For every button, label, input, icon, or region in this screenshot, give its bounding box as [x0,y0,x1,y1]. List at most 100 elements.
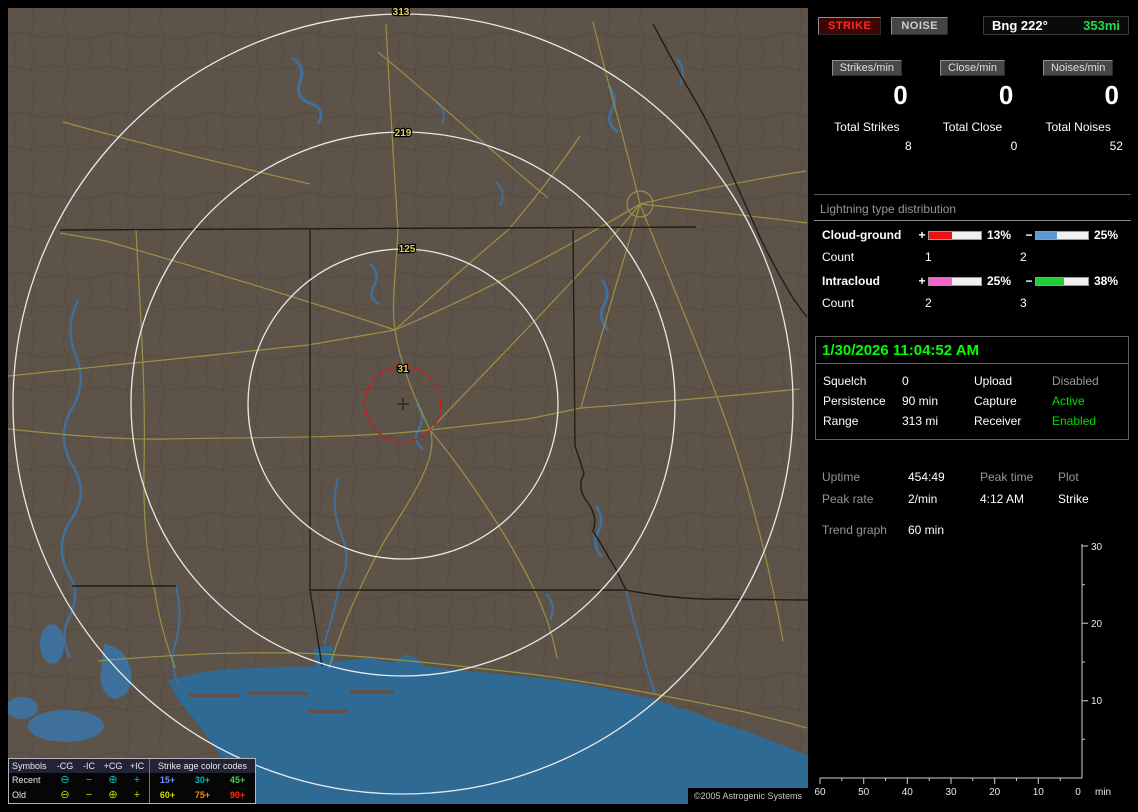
y-tick-10: 10 [1091,696,1103,707]
age-60: 60+ [159,790,176,800]
intracloud-label: Intracloud [822,274,881,288]
neg-ic-recent-icon: − [85,774,93,786]
cg-minus-count: 2 [1020,250,1027,264]
age-75: 75+ [194,790,211,800]
pos-ic-recent-icon: + [133,774,141,786]
count-label: Count [822,250,855,264]
cloud-ground-row: Cloud-ground + 13% − 25% [822,227,1131,243]
peak-time-label: Peak time [980,470,1034,484]
x-tick-50: 50 [858,787,870,798]
uptime-value: 454:49 [908,470,945,484]
legend-col-neg-ic: -IC [83,761,95,771]
legend-age-title: Strike age color codes [149,759,255,773]
y-tick-30: 30 [1091,542,1103,553]
intracloud-row: Intracloud + 25% − 38% [822,273,1131,289]
cloud-ground-label: Cloud-ground [822,228,902,242]
peak-time-value: 4:12 AM [980,492,1025,506]
total-strikes-label: Total Strikes [834,120,900,134]
strikes-counter: Strikes/min 0 Total Strikes 8 [814,60,920,153]
legend-col-neg-cg: -CG [56,761,74,771]
legend-header: Symbols -CG -IC +CG +IC Strike age color… [9,759,255,773]
ic-plus-pct: 25% [987,274,1012,288]
cg-plus-bar [928,230,982,240]
range-label-313: 313 [393,8,410,18]
upload-label: Upload [974,374,1013,388]
stats-row-1: Uptime 454:49 Peak time Plot [822,466,1124,488]
plot-value: Strike [1058,492,1089,506]
trend-graph-label: Trend graph [822,523,887,537]
stats-row-2: Peak rate 2/min 4:12 AM Strike [822,488,1124,510]
x-tick-30: 30 [945,787,957,798]
neg-cg-recent-icon: ⊖ [60,774,70,786]
close-per-min-chip[interactable]: Close/min [940,60,1005,76]
ic-minus-count: 3 [1020,296,1027,310]
uptime-label: Uptime [822,470,861,484]
trend-window-value: 60 min [908,523,945,537]
range-label-31: 31 [397,364,409,375]
y-tick-20: 20 [1091,619,1103,630]
bearing-readout: Bng 222° 353mi [983,16,1129,35]
age-30: 30+ [194,775,211,785]
legend-old-label: Old [12,790,27,800]
age-90: 90+ [229,790,246,800]
cg-minus-pct: 25% [1094,228,1119,242]
total-close-value: 0 [1010,139,1018,153]
cg-plus-pct: 13% [987,228,1012,242]
status-panel: STRIKE NOISE Bng 222° 353mi Strikes/min … [814,8,1131,804]
close-per-min-value: 0 [998,80,1014,110]
settings-rows: Squelch 0 Upload Disabled Persistence 90… [816,364,1128,439]
age-15: 15+ [159,775,176,785]
x-tick-60: 60 [814,787,826,798]
settings-row-squelch: Squelch 0 Upload Disabled [816,371,1128,391]
total-strikes-value: 8 [904,139,912,153]
strikes-per-min-chip[interactable]: Strikes/min [831,60,903,76]
neg-cg-old-icon: ⊖ [60,789,70,801]
total-noises-value: 52 [1109,139,1123,153]
settings-row-range: Range 313 mi Receiver Enabled [816,411,1128,431]
cg-plus-count: 1 [925,250,932,264]
divider [814,194,1131,195]
range-label-219: 219 [395,128,412,139]
current-timestamp: 1/30/2026 11:04:52 AM [816,337,1128,364]
pos-cg-old-icon: ⊕ [108,789,118,801]
count-label: Count [822,296,855,310]
plus-sign: + [918,274,926,288]
rate-counters: Strikes/min 0 Total Strikes 8 Close/min … [814,60,1131,153]
noises-per-min-chip[interactable]: Noises/min [1042,60,1114,76]
range-label-125: 125 [399,244,416,255]
plot-label: Plot [1058,470,1079,484]
legend-col-pos-cg: +CG [103,761,123,771]
peak-rate-value: 2/min [908,492,938,506]
capture-status: Active [1052,394,1085,408]
copyright-text: ©2005 Astrogenic Systems [687,788,808,804]
minus-sign: − [1025,228,1033,242]
trend-graph-row: Trend graph 60 min [822,519,1124,541]
squelch-label: Squelch [823,374,867,388]
cg-minus-bar [1035,230,1089,240]
lightning-distribution: Lightning type distribution Cloud-ground… [814,200,1131,319]
range-label: Range [823,414,859,428]
bearing-value: Bng 222° [992,18,1048,33]
x-axis-unit: min [1095,787,1111,798]
settings-row-persistence: Persistence 90 min Capture Active [816,391,1128,411]
persistence-value: 90 min [902,394,939,408]
x-tick-10: 10 [1033,787,1045,798]
noises-counter: Noises/min 0 Total Noises 52 [1025,60,1131,153]
ic-minus-bar [1035,276,1089,286]
close-counter: Close/min 0 Total Close 0 [920,60,1026,153]
noise-button[interactable]: NOISE [891,16,949,35]
chart-y-labels: 30 20 10 [1091,542,1103,707]
strike-button[interactable]: STRIKE [818,16,882,35]
legend-row-recent: Recent ⊖ − ⊕ + 15+ 30+ 45+ [9,773,255,788]
pos-ic-old-icon: + [133,789,141,801]
noises-per-min-value: 0 [1104,80,1119,110]
map-legend: Symbols -CG -IC +CG +IC Strike age color… [8,758,256,804]
x-tick-40: 40 [902,787,914,798]
legend-row-old: Old ⊖ − ⊕ + 60+ 75+ 90+ [9,788,255,803]
squelch-value: 0 [902,374,909,388]
plus-sign: + [918,228,926,242]
ic-plus-bar [928,276,982,286]
range-value: 313 mi [902,414,939,428]
lightning-map[interactable]: 313 219 125 31 Symbols -CG -IC +CG +IC S… [8,8,808,804]
distribution-title: Lightning type distribution [814,200,1131,221]
